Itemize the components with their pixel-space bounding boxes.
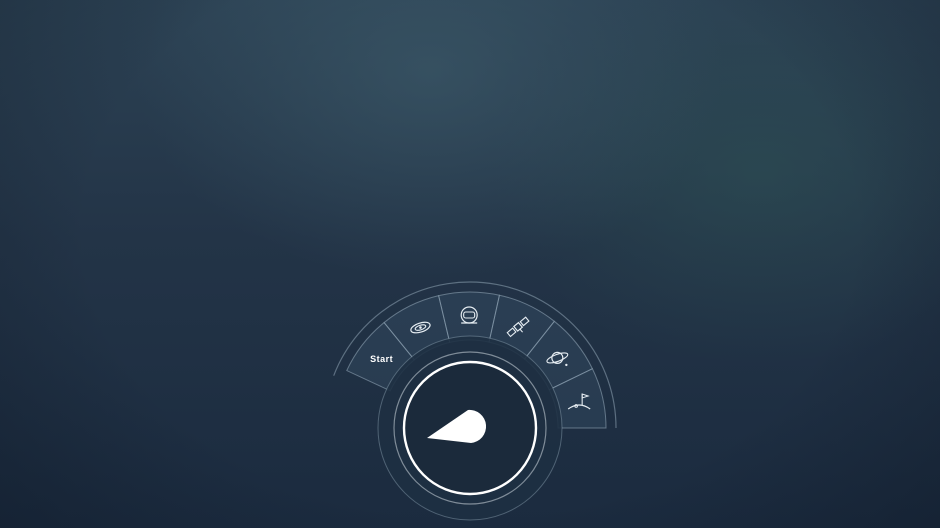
radial-menu: Start: [333, 281, 617, 521]
menu-segment-label: Start: [370, 354, 393, 364]
center-button[interactable]: [402, 360, 538, 496]
